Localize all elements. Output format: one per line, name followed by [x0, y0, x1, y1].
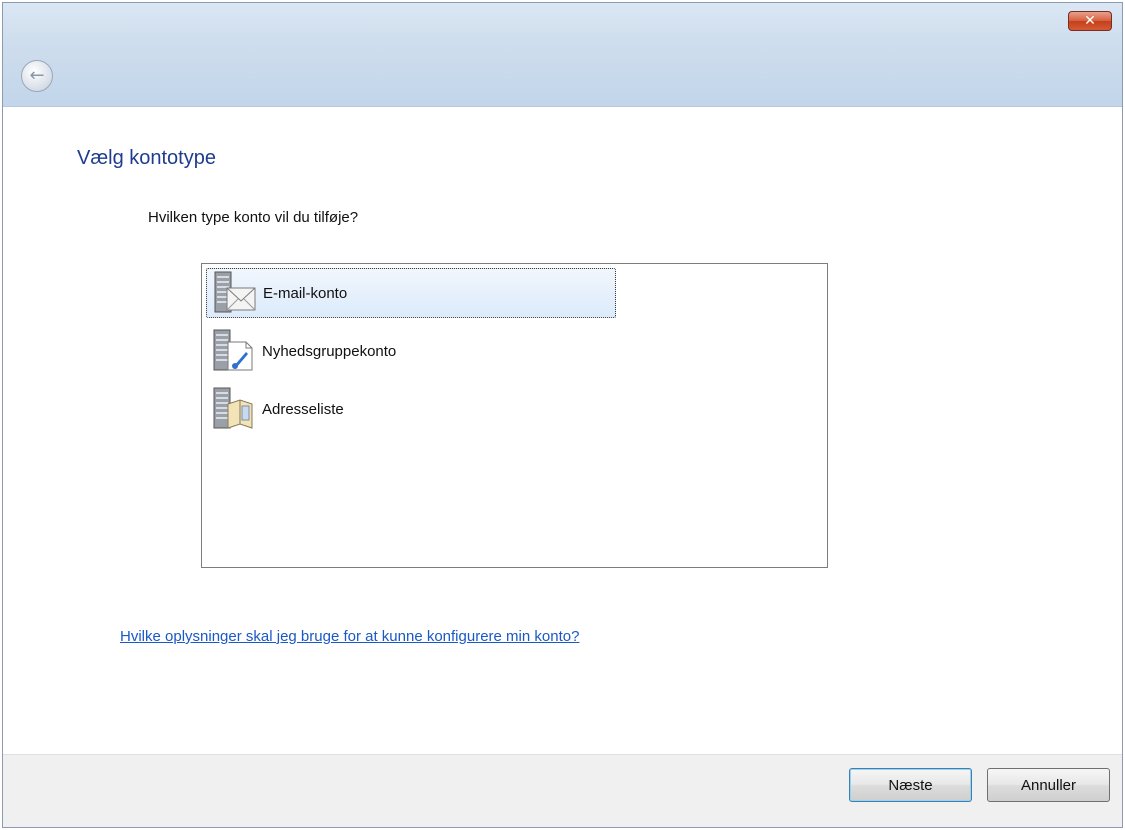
wizard-window: ← ✕ Vælg kontotype Hvilken type konto vi…	[2, 2, 1123, 828]
back-arrow-icon: ←	[29, 65, 45, 86]
list-item-label: E-mail-konto	[263, 284, 348, 302]
page-title: Vælg kontotype	[77, 147, 216, 169]
cancel-button[interactable]: Annuller	[987, 768, 1110, 802]
list-item-label: Adresseliste	[262, 400, 344, 418]
close-button[interactable]: ✕	[1068, 11, 1112, 31]
back-button[interactable]: ←	[21, 60, 53, 92]
list-item-email-account[interactable]: E-mail-konto	[206, 268, 616, 318]
wizard-footer: Næste Annuller	[3, 754, 1122, 827]
title-bar: ← ✕	[3, 3, 1122, 107]
list-item-directory-service[interactable]: Adresseliste	[206, 384, 616, 434]
close-icon: ✕	[1084, 13, 1096, 29]
list-item-newsgroup-account[interactable]: Nyhedsgruppekonto	[206, 326, 616, 376]
list-item-label: Nyhedsgruppekonto	[262, 342, 397, 360]
next-button[interactable]: Næste	[849, 768, 972, 802]
newsgroup-server-icon	[212, 328, 256, 374]
help-link[interactable]: Hvilke oplysninger skal jeg bruge for at…	[120, 628, 579, 645]
question-label: Hvilken type konto vil du tilføje?	[148, 209, 359, 226]
mail-server-icon	[213, 270, 257, 316]
wizard-content: Vælg kontotype Hvilken type konto vil du…	[3, 107, 1122, 757]
directory-server-icon	[212, 386, 256, 432]
account-type-list[interactable]: E-mail-konto Nyhedsgruppekonto Adresseli…	[201, 263, 828, 568]
